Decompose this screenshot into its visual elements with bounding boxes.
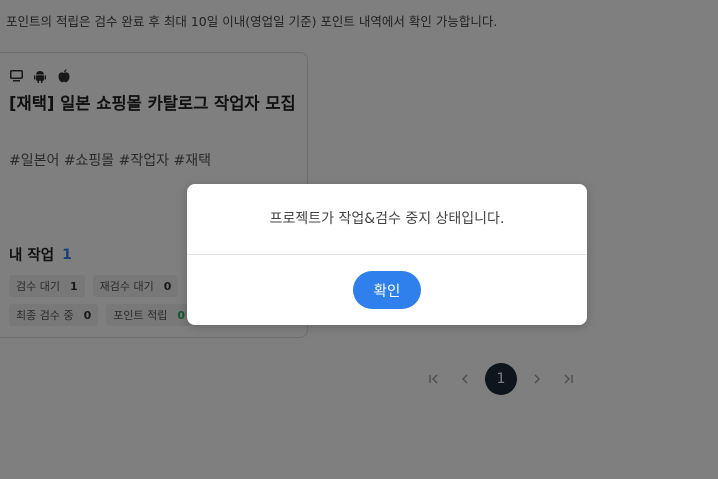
alert-dialog: 프로젝트가 작업&검수 중지 상태입니다. 확인 — [187, 184, 587, 325]
dialog-divider — [187, 254, 587, 255]
dialog-message: 프로젝트가 작업&검수 중지 상태입니다. — [269, 211, 505, 227]
confirm-button[interactable]: 확인 — [353, 271, 421, 309]
